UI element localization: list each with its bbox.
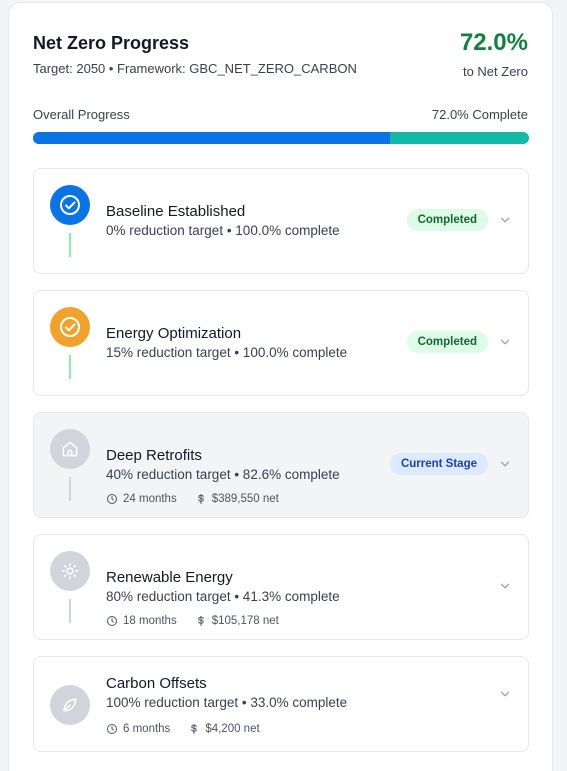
stage-meta: 6 months $4,200 net bbox=[106, 723, 278, 735]
stage-name: Carbon Offsets bbox=[106, 675, 207, 692]
stage-renewable-energy[interactable]: Renewable Energy 80% reduction target • … bbox=[33, 534, 529, 640]
chevron-down-icon[interactable] bbox=[498, 457, 512, 471]
clock-icon bbox=[107, 616, 117, 626]
clock-icon bbox=[107, 494, 117, 504]
dollar-icon bbox=[197, 494, 204, 504]
stage-meta: 24 months $389,550 net bbox=[106, 493, 297, 505]
overall-progress-complete: 72.0% Complete bbox=[431, 107, 528, 122]
overall-progress-fill bbox=[33, 132, 391, 144]
stage-carbon-offsets[interactable]: Carbon Offsets 100% reduction target • 3… bbox=[33, 656, 529, 752]
chevron-down-icon[interactable] bbox=[498, 213, 512, 227]
stage-duration: 6 months bbox=[123, 723, 171, 735]
stage-name: Energy Optimization bbox=[106, 325, 242, 342]
chevron-down-icon[interactable] bbox=[498, 335, 512, 349]
stage-connector bbox=[69, 599, 71, 623]
stage-energy-optimization[interactable]: Energy Optimization 15% reduction target… bbox=[33, 290, 529, 396]
stage-description: 0% reduction target • 100.0% complete bbox=[106, 223, 340, 238]
stage-description: 80% reduction target • 41.3% complete bbox=[106, 589, 340, 604]
stage-deep-retrofits[interactable]: Deep Retrofits 40% reduction target • 82… bbox=[33, 412, 529, 518]
stage-description: 100% reduction target • 33.0% complete bbox=[106, 695, 348, 710]
check-circle-icon bbox=[50, 185, 90, 225]
status-badge: Completed bbox=[406, 331, 488, 353]
stage-cost: $4,200 net bbox=[205, 723, 260, 735]
stage-connector bbox=[69, 355, 71, 379]
stage-connector bbox=[69, 233, 71, 257]
net-zero-percent: 72.0% bbox=[459, 29, 528, 56]
stage-baseline-established[interactable]: Baseline Established 0% reduction target… bbox=[33, 168, 529, 274]
home-icon bbox=[50, 429, 90, 469]
stage-name: Deep Retrofits bbox=[106, 447, 202, 464]
page-subtitle: Target: 2050 • Framework: GBC_NET_ZERO_C… bbox=[33, 61, 357, 76]
dollar-icon bbox=[191, 724, 198, 734]
chevron-down-icon[interactable] bbox=[498, 687, 512, 701]
dollar-icon bbox=[197, 616, 204, 626]
stage-meta: 18 months $105,178 net bbox=[106, 615, 297, 627]
overall-progress-bar bbox=[33, 132, 529, 144]
page-title: Net Zero Progress bbox=[33, 33, 190, 53]
chevron-down-icon[interactable] bbox=[498, 579, 512, 593]
stage-name: Renewable Energy bbox=[106, 569, 233, 586]
check-circle-icon bbox=[50, 307, 90, 347]
stage-duration: 24 months bbox=[123, 493, 177, 505]
stage-duration: 18 months bbox=[123, 615, 177, 627]
stage-name: Baseline Established bbox=[106, 203, 246, 220]
stage-description: 15% reduction target • 100.0% complete bbox=[106, 345, 348, 360]
leaf-icon bbox=[50, 685, 90, 725]
stage-connector bbox=[69, 477, 71, 501]
stage-description: 40% reduction target • 82.6% complete bbox=[106, 467, 340, 482]
stage-cost: $389,550 net bbox=[211, 493, 279, 505]
clock-icon bbox=[107, 724, 117, 734]
stage-cost: $105,178 net bbox=[211, 615, 279, 627]
overall-progress-label: Overall Progress bbox=[33, 107, 130, 122]
sun-icon bbox=[50, 551, 90, 591]
status-badge: Current Stage bbox=[389, 453, 488, 475]
net-zero-card: Net Zero Progress Target: 2050 • Framewo… bbox=[8, 2, 553, 771]
net-zero-percent-caption: to Net Zero bbox=[462, 64, 528, 79]
status-badge: Completed bbox=[406, 209, 488, 231]
